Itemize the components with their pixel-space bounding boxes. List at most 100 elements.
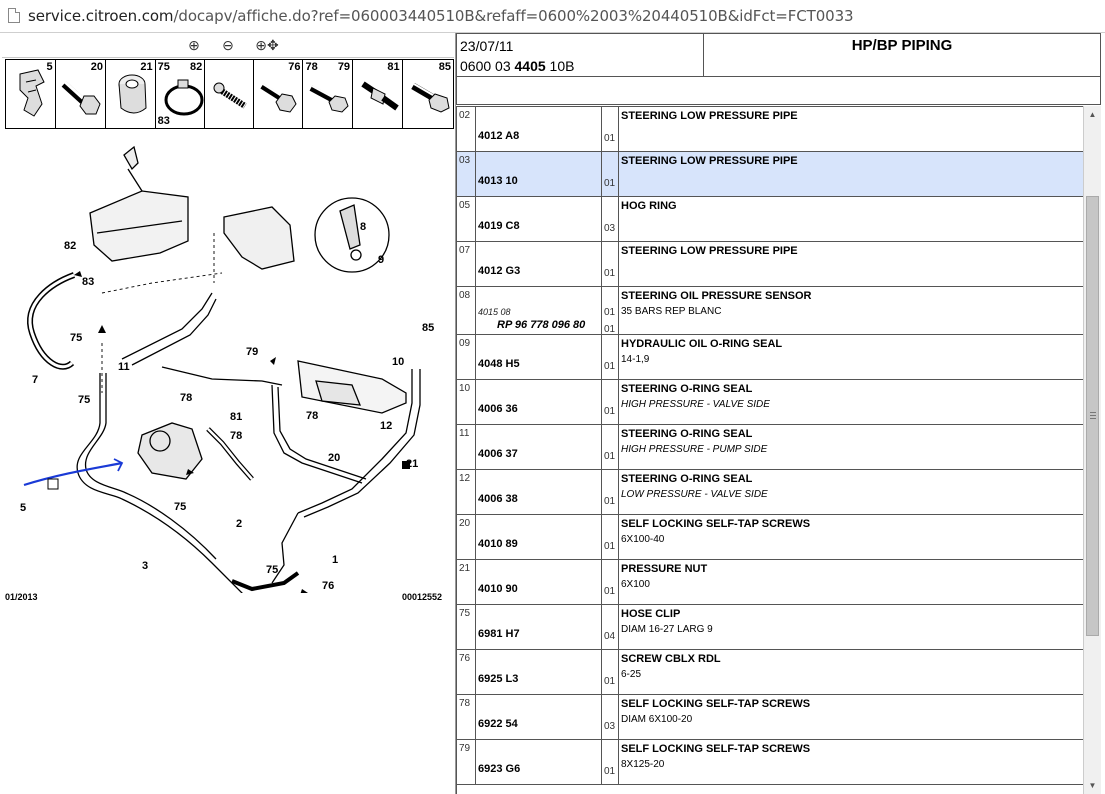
strip-cell-81[interactable]: 81 bbox=[353, 60, 403, 128]
cell-position: 78 bbox=[457, 695, 476, 739]
scrollbar[interactable]: ▲ ▼ bbox=[1083, 106, 1101, 794]
url-text[interactable]: service.citroen.com/docapv/affiche.do?re… bbox=[28, 7, 854, 25]
position-number: 09 bbox=[459, 338, 471, 349]
part-reference[interactable]: 4048 H5 bbox=[478, 358, 520, 370]
callout-label: 83 bbox=[82, 276, 94, 288]
part-description: HYDRAULIC OIL O-RING SEAL bbox=[621, 338, 783, 350]
part-description: SELF LOCKING SELF-TAP SCREWS bbox=[621, 743, 811, 755]
zoom-pan-icon[interactable]: ⊕✥ bbox=[252, 36, 282, 54]
cell-quantity: 01 bbox=[602, 335, 619, 379]
part-reference[interactable]: 4010 89 bbox=[478, 538, 518, 550]
screw-icon bbox=[260, 83, 297, 113]
cell-description: PRESSURE NUT 6X100 bbox=[619, 560, 1084, 604]
replacement-reference[interactable]: RP 96 778 096 80 bbox=[497, 319, 585, 331]
part-description: STEERING O-RING SEAL bbox=[621, 383, 753, 395]
strip-cell-75[interactable]: 75 83 82 bbox=[156, 60, 206, 128]
cell-description: STEERING O-RING SEAL HIGH PRESSURE - PUMP… bbox=[619, 425, 1084, 469]
quantity: 01 bbox=[604, 541, 616, 552]
quantity: 01 bbox=[604, 586, 616, 597]
callout-label: 9 bbox=[378, 254, 384, 266]
table-row[interactable]: 10 4006 36 01 STEERING O-RING SEAL HIGH PRES… bbox=[457, 380, 1084, 425]
strip-cell-85[interactable]: 85 bbox=[403, 60, 453, 128]
cell-position: 08 bbox=[457, 287, 476, 334]
address-bar[interactable]: service.citroen.com/docapv/affiche.do?re… bbox=[0, 0, 1105, 33]
screw-icon bbox=[213, 82, 247, 109]
table-row[interactable]: 76 6925 L3 01 SCREW CBLX RDL 6-25 bbox=[457, 650, 1084, 695]
part-reference[interactable]: 4006 38 bbox=[478, 493, 518, 505]
scroll-down-icon[interactable]: ▼ bbox=[1084, 777, 1101, 794]
screw-icon bbox=[61, 80, 101, 115]
position-number: 76 bbox=[459, 653, 471, 664]
part-reference[interactable]: 6925 L3 bbox=[478, 673, 518, 685]
nut-icon bbox=[118, 74, 147, 114]
cell-description: STEERING O-RING SEAL HIGH PRESSURE - VALV… bbox=[619, 380, 1084, 424]
table-row[interactable]: 07 4012 G3 01 STEERING LOW PRESSURE PIPE bbox=[457, 242, 1084, 287]
strip-cell-5[interactable]: 5 bbox=[6, 60, 56, 128]
callout-label: 82 bbox=[64, 240, 76, 252]
part-detail: 6X100-40 bbox=[621, 534, 665, 545]
strip-cell-76[interactable]: 76 bbox=[254, 60, 304, 128]
position-number: 02 bbox=[459, 110, 471, 121]
cell-position: 76 bbox=[457, 650, 476, 694]
quantity: 01 bbox=[604, 178, 616, 189]
strip-cell-78-79[interactable]: 78 79 bbox=[303, 60, 354, 128]
part-reference[interactable]: 6981 H7 bbox=[478, 628, 520, 640]
table-row[interactable]: 79 6923 G6 01 SELF LOCKING SELF-TAP SCREWS 8… bbox=[457, 740, 1084, 785]
part-reference[interactable]: 6923 G6 bbox=[478, 763, 520, 775]
table-row[interactable]: 21 4010 90 01 PRESSURE NUT 6X100 bbox=[457, 560, 1084, 605]
cell-reference: 4006 38 bbox=[476, 470, 602, 514]
cell-quantity: 03 bbox=[602, 695, 619, 739]
part-reference[interactable]: 4006 36 bbox=[478, 403, 518, 415]
cell-description: HYDRAULIC OIL O-RING SEAL 14-1,9 bbox=[619, 335, 1084, 379]
callout-label: 75 bbox=[78, 394, 90, 406]
cell-position: 09 bbox=[457, 335, 476, 379]
part-reference[interactable]: 4012 G3 bbox=[478, 265, 520, 277]
strip-cell-20[interactable]: 20 bbox=[56, 60, 107, 128]
table-row[interactable]: 12 4006 38 01 STEERING O-RING SEAL LOW PRESS… bbox=[457, 470, 1084, 515]
table-row[interactable]: 08 4015 08 RP 96 778 096 80 01 01 STEERING OI… bbox=[457, 287, 1084, 335]
part-reference[interactable]: 4015 08 bbox=[478, 307, 511, 317]
scroll-up-icon[interactable]: ▲ bbox=[1084, 106, 1101, 123]
part-reference[interactable]: 4006 37 bbox=[478, 448, 518, 460]
zoom-out-icon[interactable]: ⊖ bbox=[219, 36, 237, 54]
table-row[interactable]: 09 4048 H5 01 HYDRAULIC OIL O-RING SEAL 14-1… bbox=[457, 335, 1084, 380]
callout-label: 11 bbox=[118, 361, 130, 373]
cell-position: 02 bbox=[457, 107, 476, 151]
quantity: 04 bbox=[604, 631, 616, 642]
table-row[interactable]: 20 4010 89 01 SELF LOCKING SELF-TAP SCREWS 6… bbox=[457, 515, 1084, 560]
strip-cell-21[interactable]: 21 bbox=[106, 60, 156, 128]
table-row[interactable]: 03 4013 10 01 STEERING LOW PRESSURE PIPE bbox=[457, 152, 1084, 197]
scroll-thumb[interactable] bbox=[1086, 196, 1099, 636]
strip-cell-82[interactable] bbox=[205, 60, 254, 128]
table-row[interactable]: 78 6922 54 03 SELF LOCKING SELF-TAP SCREWS D… bbox=[457, 695, 1084, 740]
cell-quantity: 01 bbox=[602, 107, 619, 151]
part-reference[interactable]: 4013 10 bbox=[478, 175, 518, 187]
cell-description: SELF LOCKING SELF-TAP SCREWS 8X125-20 bbox=[619, 740, 1084, 784]
cell-reference: 6925 L3 bbox=[476, 650, 602, 694]
table-row[interactable]: 75 6981 H7 04 HOSE CLIP DIAM 16-27 LARG 9 bbox=[457, 605, 1084, 650]
part-reference[interactable]: 4010 90 bbox=[478, 583, 518, 595]
part-description: STEERING LOW PRESSURE PIPE bbox=[621, 245, 798, 257]
table-row[interactable]: 02 4012 A8 01 STEERING LOW PRESSURE PIPE bbox=[457, 107, 1084, 152]
table-row[interactable]: 05 4019 C8 03 HOG RING bbox=[457, 197, 1084, 242]
callout-label: 21 bbox=[406, 458, 418, 470]
quantity: 01 bbox=[604, 324, 616, 335]
quantity: 01 bbox=[604, 496, 616, 507]
diagram-date: 01/2013 bbox=[5, 592, 38, 602]
zoom-in-icon[interactable]: ⊕ bbox=[185, 36, 203, 54]
cell-quantity: 04 bbox=[602, 605, 619, 649]
cell-description: SCREW CBLX RDL 6-25 bbox=[619, 650, 1084, 694]
cell-description: STEERING O-RING SEAL LOW PRESSURE - VALVE… bbox=[619, 470, 1084, 514]
header-info: 23/07/11 0600 03 4405 10B bbox=[457, 34, 704, 76]
part-description: HOSE CLIP bbox=[621, 608, 681, 620]
header-date: 23/07/11 bbox=[460, 38, 514, 54]
cell-quantity: 01 01 bbox=[602, 287, 619, 335]
parts-panel: 23/07/11 0600 03 4405 10B HP/BP PIPING 0… bbox=[456, 33, 1105, 794]
part-reference[interactable]: 4019 C8 bbox=[478, 220, 520, 232]
cell-reference: 4010 89 bbox=[476, 515, 602, 559]
part-reference[interactable]: 4012 A8 bbox=[478, 130, 519, 142]
table-row[interactable]: 11 4006 37 01 STEERING O-RING SEAL HIGH PRES… bbox=[457, 425, 1084, 470]
position-number: 75 bbox=[459, 608, 471, 619]
quantity: 01 bbox=[604, 361, 616, 372]
part-reference[interactable]: 6922 54 bbox=[478, 718, 518, 730]
